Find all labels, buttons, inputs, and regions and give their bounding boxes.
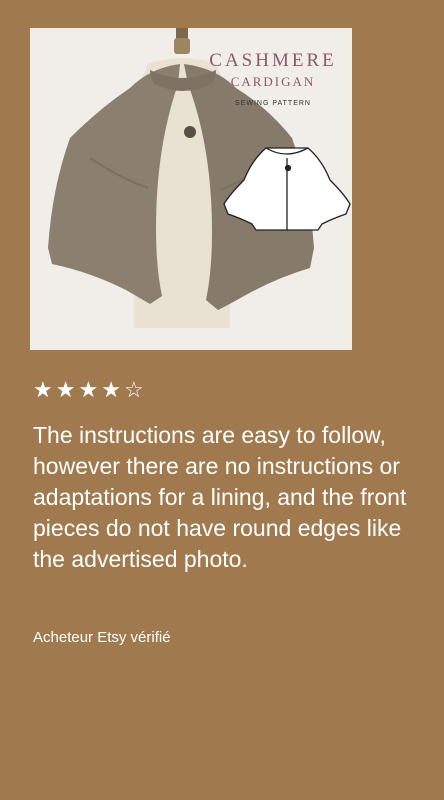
rating-stars: ★ ★ ★ ★ ☆ (33, 378, 144, 402)
pattern-subtitle: SEWING PATTERN (235, 100, 311, 107)
star-filled-icon: ★ (101, 377, 121, 402)
star-empty-icon: ☆ (123, 377, 144, 402)
star-filled-icon: ★ (33, 377, 53, 402)
pattern-title-line1: CASHMERE (209, 50, 337, 71)
star-filled-icon: ★ (55, 377, 76, 402)
star-filled-icon: ★ (78, 377, 99, 402)
pattern-title: CASHMERE CARDIGAN SEWING PATTERN (198, 50, 348, 107)
review-text: The instructions are easy to follow, how… (33, 422, 407, 572)
pattern-title-line2: CARDIGAN (230, 74, 316, 89)
review-author: Acheteur Etsy vérifié (33, 629, 171, 646)
product-image: CASHMERE CARDIGAN SEWING PATTERN (30, 28, 352, 350)
